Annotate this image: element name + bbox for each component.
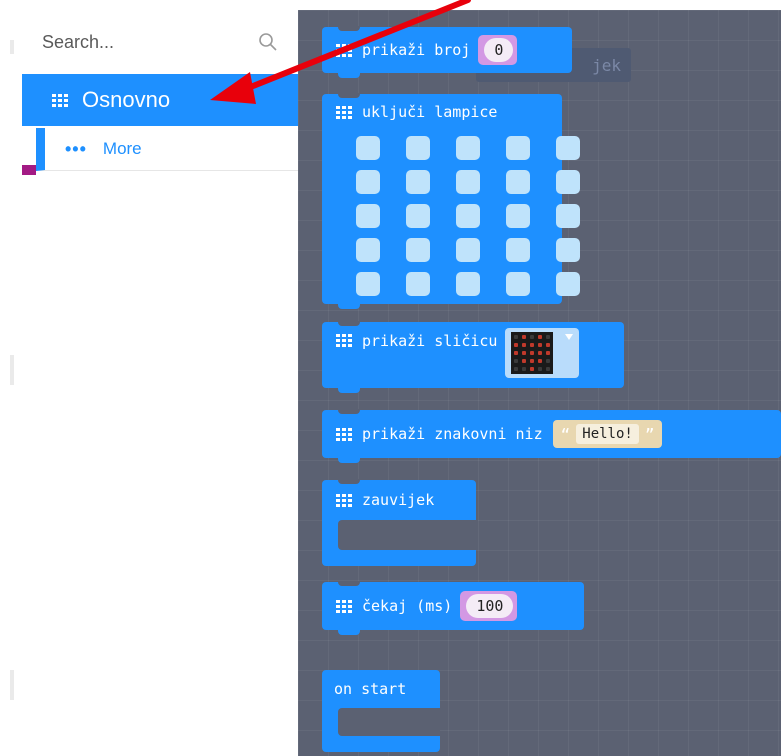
close-quote: ” (644, 424, 655, 444)
block-label: on start (334, 680, 407, 698)
number-value[interactable]: 100 (466, 594, 514, 618)
search-box (22, 18, 292, 66)
dropdown-arrow-icon (565, 334, 574, 340)
grid-icon (336, 599, 352, 613)
icon-pixel (538, 343, 543, 347)
block-label: zauvijek (362, 491, 435, 509)
icon-pixel (522, 335, 527, 339)
icon-pixel (530, 335, 535, 339)
led-cell[interactable] (406, 238, 430, 262)
led-cell[interactable] (556, 272, 580, 296)
icon-picker[interactable] (505, 328, 580, 378)
block-on-start[interactable]: on start (322, 670, 440, 752)
led-cell[interactable] (556, 170, 580, 194)
icon-pixel (522, 343, 527, 347)
led-cell[interactable] (456, 238, 480, 262)
led-cell[interactable] (506, 238, 530, 262)
led-cell[interactable] (556, 238, 580, 262)
led-cell[interactable] (356, 204, 380, 228)
block-show-string[interactable]: prikaži znakovni niz “ Hello! ” (322, 409, 781, 463)
category-color-marker (22, 165, 36, 175)
icon-pixel (546, 359, 551, 363)
led-cell[interactable] (456, 204, 480, 228)
led-cell[interactable] (356, 238, 380, 262)
statement-slot (338, 708, 440, 736)
open-quote: “ (560, 424, 571, 444)
block-label: prikaži broj (362, 41, 471, 59)
icon-pixel (538, 335, 543, 339)
category-more[interactable]: ••• More (36, 128, 309, 171)
led-cell[interactable] (456, 136, 480, 160)
search-icon[interactable] (258, 32, 278, 52)
led-cell[interactable] (456, 272, 480, 296)
block-show-number[interactable]: prikaži broj 0 (322, 26, 572, 78)
icon-pixel (530, 359, 535, 363)
background-ghost (10, 670, 14, 700)
block-show-leds[interactable]: uključi lampice (322, 93, 580, 309)
icon-pixel (530, 367, 535, 371)
icon-preview (511, 332, 554, 374)
block-label: prikaži znakovni niz (362, 425, 543, 443)
icon-pixel (522, 359, 527, 363)
statement-slot (338, 520, 478, 550)
icon-pixel (522, 351, 527, 355)
category-label: More (102, 139, 142, 158)
toolbox: Osnovno ••• More (0, 0, 309, 756)
number-input[interactable]: 0 (478, 35, 518, 65)
icon-pixel (538, 367, 543, 371)
category-label: Osnovno (82, 87, 171, 112)
led-cell[interactable] (556, 204, 580, 228)
led-cell[interactable] (506, 170, 530, 194)
led-cell[interactable] (556, 136, 580, 160)
led-cell[interactable] (506, 136, 530, 160)
led-cell[interactable] (356, 272, 380, 296)
icon-pixel (514, 343, 519, 347)
block-show-icon[interactable]: prikaži sličicu (322, 321, 624, 393)
led-cell[interactable] (406, 204, 430, 228)
led-cell[interactable] (356, 136, 380, 160)
background-ghost (10, 355, 14, 385)
string-value[interactable]: Hello! (576, 424, 639, 444)
grid-icon (336, 105, 352, 119)
icon-pixel (538, 351, 543, 355)
icon-pixel (514, 351, 519, 355)
led-cell[interactable] (356, 170, 380, 194)
more-dots-icon: ••• (65, 139, 87, 159)
block-forever[interactable]: zauvijek (322, 479, 478, 566)
led-cell[interactable] (456, 170, 480, 194)
icon-pixel (546, 351, 551, 355)
number-value[interactable]: 0 (484, 38, 514, 62)
block-label: prikaži sličicu (362, 332, 498, 350)
string-input[interactable]: “ Hello! ” (552, 420, 663, 448)
block-label: čekaj (ms) (362, 597, 453, 615)
icon-pixel (538, 359, 543, 363)
led-cell[interactable] (406, 272, 430, 296)
background-ghost (10, 40, 14, 54)
icon-pixel (530, 351, 535, 355)
block-pause[interactable]: čekaj (ms) 100 (322, 581, 584, 635)
icon-pixel (514, 367, 519, 371)
icon-pixel (514, 359, 519, 363)
icon-pixel (546, 335, 551, 339)
category-osnovno[interactable]: Osnovno (22, 74, 300, 126)
background-block-text: jek (592, 55, 621, 75)
block-label: uključi lampice (362, 103, 498, 121)
led-cell[interactable] (506, 272, 530, 296)
grid-icon (336, 334, 352, 347)
icon-pixel (546, 343, 551, 347)
icon-pixel (546, 367, 551, 371)
led-cell[interactable] (406, 136, 430, 160)
led-cell[interactable] (506, 204, 530, 228)
grid-icon (336, 493, 352, 507)
search-input[interactable] (22, 22, 262, 62)
icon-pixel (530, 343, 535, 347)
icon-pixel (514, 335, 519, 339)
grid-icon (336, 427, 352, 441)
grid-icon (336, 43, 352, 57)
icon-pixel (522, 367, 527, 371)
number-input[interactable]: 100 (460, 591, 518, 621)
led-cell[interactable] (406, 170, 430, 194)
grid-icon (52, 93, 68, 107)
